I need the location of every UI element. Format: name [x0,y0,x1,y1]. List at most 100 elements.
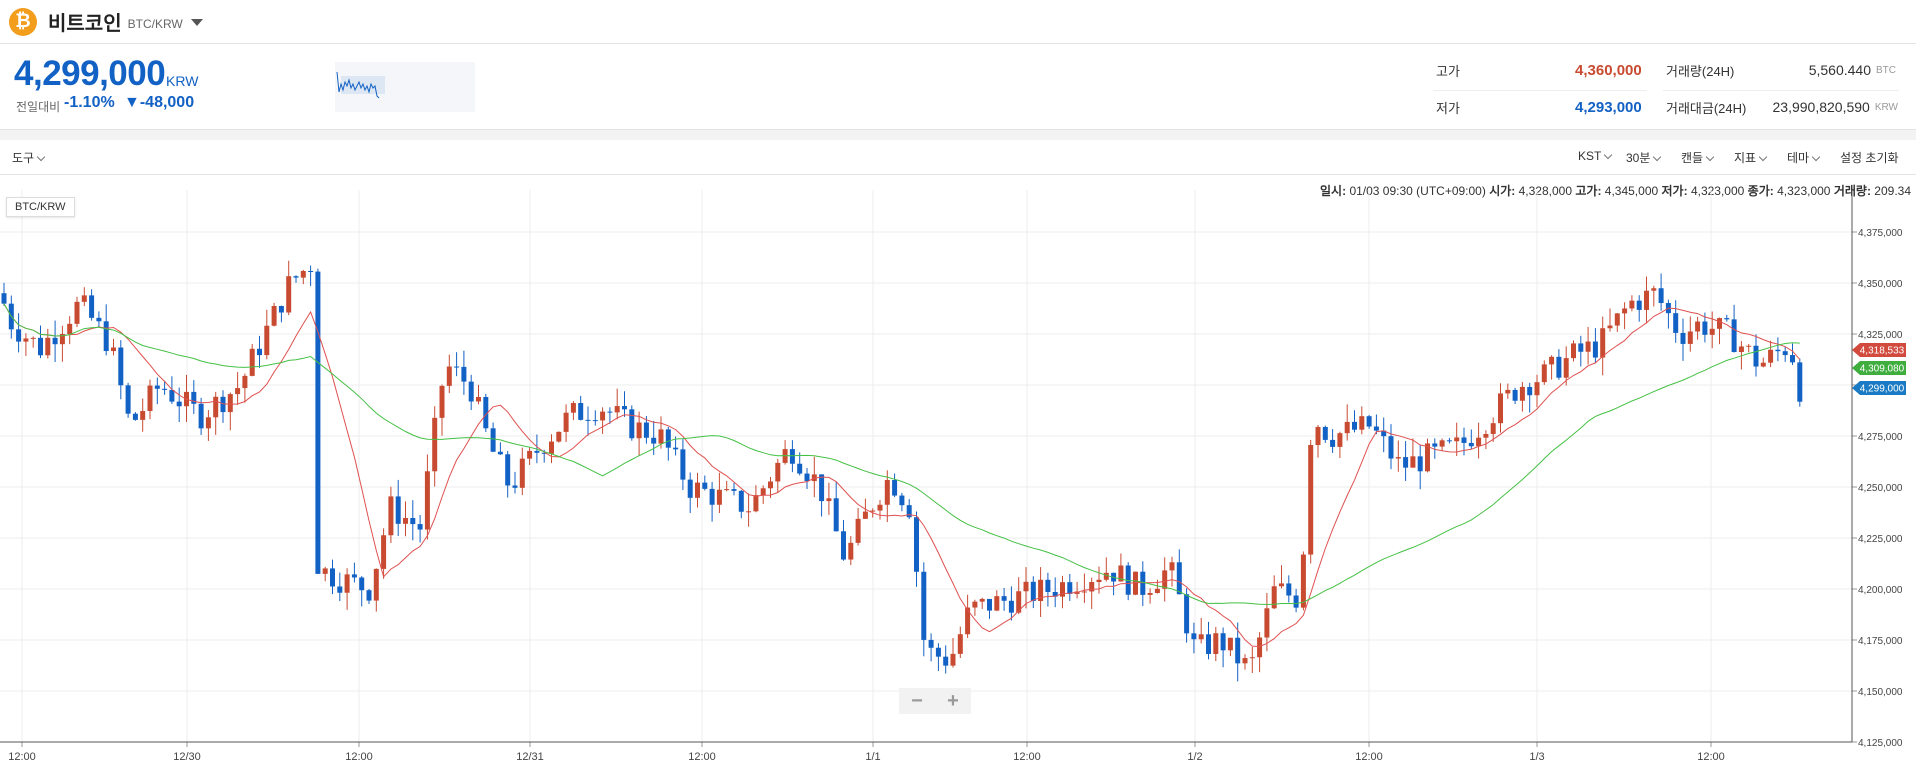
candle-body [1030,581,1036,602]
candle-body [1264,608,1270,638]
candle-body [373,568,379,601]
timezone-menu[interactable]: KST [1578,149,1613,163]
candle-body [169,389,175,402]
candle-body [286,276,292,313]
candle-body [1476,437,1482,447]
candle-body [213,396,219,418]
candle-body [278,305,284,313]
candle-body [833,498,839,532]
candlestick-chart[interactable]: 4,375,0004,350,0004,325,0004,300,0004,27… [0,190,1916,772]
tools-menu[interactable]: 도구 [12,149,46,166]
candle-body [147,385,153,412]
candle-body [1673,313,1679,333]
candle-body [519,458,525,488]
candle-body [154,385,160,389]
candle-body [497,451,503,455]
price-summary: 4,299,000 KRW 전일대비 -1.10% ▼-48,000 고가 4,… [0,44,1916,130]
candle-body [125,385,131,414]
top-bar: ₿ 비트코인 BTC/KRW [0,0,1916,44]
interval-menu[interactable]: 30분 [1626,149,1662,166]
candle-body [680,449,686,480]
candle-body [1468,442,1474,447]
x-tick-label: 1/3 [1529,751,1544,763]
candle-menu[interactable]: 캔들 [1681,149,1715,166]
candle-body [1541,364,1547,383]
candle-body [1622,308,1628,314]
indicator-menu[interactable]: 지표 [1734,149,1768,166]
coin-select-dropdown-icon[interactable] [190,19,203,26]
candle-body [848,542,854,560]
candle-body [746,511,752,513]
candle-body [1373,426,1379,431]
y-tick-label: 4,125,000 [1858,738,1903,749]
candle-body [1760,362,1766,367]
candle-body [1403,457,1409,468]
candle-body [1578,343,1584,352]
bitcoin-icon: ₿ [9,7,37,36]
theme-menu[interactable]: 테마 [1787,149,1821,166]
candle-body [1235,637,1241,664]
chevron-down-icon [1705,152,1715,162]
candle-body [512,485,518,488]
candle-body [308,271,314,273]
candle-body [636,422,642,439]
candle-body [198,403,204,429]
candle-body [841,531,846,560]
candle-body [629,409,635,439]
coin-name: 비트코인 [48,13,122,35]
candle-body [673,447,679,450]
candle-body [205,417,211,429]
change-amount: ▼-48,000 [124,94,195,111]
candle-body [1651,288,1657,291]
reset-settings-button[interactable]: 설정 초기화 [1840,149,1899,166]
high-value: 4,360,000 [1575,61,1642,79]
candle-body [1498,393,1503,424]
candle-body [914,517,919,572]
candle-body [337,586,343,593]
candle-body [935,647,941,657]
chevron-down-icon [1758,152,1768,162]
candle-body [381,535,387,569]
candle-body [950,653,956,666]
zoom-controls: − + [899,688,971,714]
zoom-out-button[interactable]: − [911,690,923,713]
candle-body [760,488,766,496]
candle-body [439,385,445,418]
y-tick-label: 4,150,000 [1858,687,1903,698]
candle-body [1738,346,1744,353]
candle-body [614,406,620,413]
candle-body [862,511,868,519]
candle-body [30,337,36,339]
volume-value: 5,560.440 [1808,62,1871,78]
change-label: 전일대비 [16,100,61,114]
chevron-down-icon [36,152,46,162]
candle-body [1512,389,1518,401]
candle-body [1534,382,1540,396]
stat-volume: 거래량(24H) [1666,63,1735,79]
candle-body [643,422,649,438]
y-tick-label: 4,350,000 [1858,279,1903,290]
x-tick-label: 12/30 [173,751,201,763]
candle-body [768,481,773,489]
y-tick-label: 4,325,000 [1858,330,1903,341]
chevron-down-icon [1653,152,1662,162]
candle-body [1330,439,1336,447]
candle-body [330,568,335,587]
price-tag-label: 4,309,080 [1860,364,1905,375]
candle-body [410,517,416,525]
zoom-in-button[interactable]: + [947,690,959,713]
candle-body [1344,421,1350,434]
x-tick-label: 1/1 [865,751,880,763]
candle-body [1184,594,1190,634]
candle-body [89,295,95,318]
candle-body [789,449,795,464]
candle-body [753,495,759,512]
stat-trade-value: 거래대금(24H) [1666,100,1747,116]
candle-body [1322,426,1328,440]
candle-body [1271,586,1277,609]
candle-body [366,590,372,601]
candle-body [1680,332,1686,344]
candle-body [570,403,576,413]
candle-body [1286,583,1292,596]
candle-body [819,474,825,502]
